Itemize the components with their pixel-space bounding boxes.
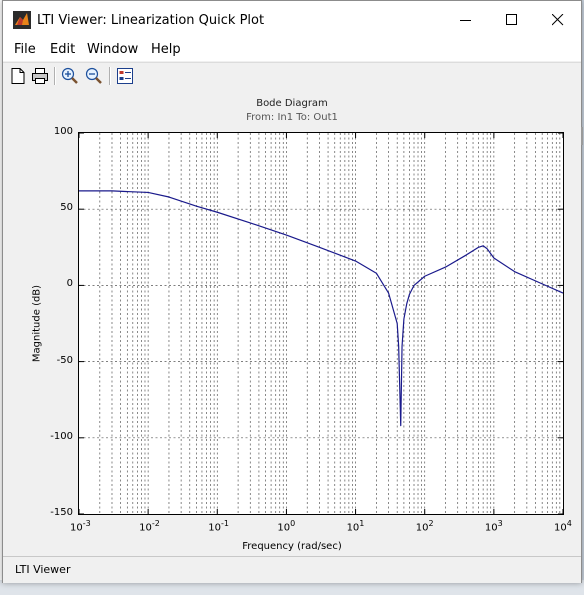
y-tick-label: -150 <box>50 507 73 518</box>
y-tick-label: 100 <box>53 126 73 137</box>
y-tick-label: 0 <box>66 278 73 290</box>
minimize-button[interactable] <box>443 1 489 39</box>
zoom-out-button[interactable] <box>85 67 103 85</box>
plot-configuration-icon <box>117 68 133 84</box>
maximize-icon <box>506 14 517 25</box>
bode-axes[interactable] <box>78 132 564 515</box>
status-text: LTI Viewer <box>15 563 71 576</box>
x-tick-label: 10-1 <box>208 519 229 534</box>
y-tick-label: -100 <box>50 430 73 442</box>
zoom-in-button[interactable] <box>61 67 79 85</box>
lti-viewer-window: LTI Viewer: Linearization Quick Plot Fil… <box>2 0 583 583</box>
print-icon <box>32 68 48 84</box>
close-button[interactable] <box>535 1 581 39</box>
toolbar-separator <box>109 67 111 85</box>
menu-window[interactable]: Window <box>87 42 138 57</box>
plot-config-button[interactable] <box>116 67 134 85</box>
window-title: LTI Viewer: Linearization Quick Plot <box>37 13 265 28</box>
title-bar[interactable]: LTI Viewer: Linearization Quick Plot <box>3 1 581 39</box>
zoom-out-icon <box>85 67 102 84</box>
plot-subtitle: From: In1 To: Out1 <box>246 112 338 123</box>
x-tick-label: 100 <box>277 519 296 534</box>
menu-bar: File Edit Window Help <box>3 39 581 61</box>
y-tick-label: -50 <box>56 354 73 366</box>
maximize-button[interactable] <box>489 1 535 39</box>
x-tick-label: 103 <box>484 519 503 534</box>
menu-help[interactable]: Help <box>151 42 181 57</box>
plot-title: Bode Diagram <box>256 98 328 109</box>
menu-edit[interactable]: Edit <box>50 42 75 57</box>
close-icon <box>552 14 564 26</box>
y-tick-label: 50 <box>60 202 73 214</box>
print-button[interactable] <box>31 67 49 85</box>
x-tick-label: 104 <box>554 519 572 534</box>
x-tick-label: 102 <box>415 519 434 534</box>
x-tick-label: 10-2 <box>139 519 160 534</box>
plot-area: Bode Diagram From: In1 To: Out1 Magnitud… <box>3 89 581 555</box>
minimize-icon <box>460 20 471 21</box>
new-button[interactable] <box>9 67 27 85</box>
toolbar-separator <box>54 67 56 85</box>
menu-file[interactable]: File <box>14 42 36 57</box>
toolbar <box>3 62 583 145</box>
status-bar: LTI Viewer <box>3 556 581 583</box>
x-axis-label: Frequency (rad/sec) <box>242 541 342 552</box>
x-tick-label: 10-3 <box>70 519 91 534</box>
x-tick-label: 101 <box>346 519 365 534</box>
zoom-in-icon <box>61 67 78 84</box>
new-file-icon <box>11 68 25 84</box>
bode-magnitude-plot[interactable] <box>78 132 564 515</box>
matlab-app-icon <box>13 11 31 29</box>
